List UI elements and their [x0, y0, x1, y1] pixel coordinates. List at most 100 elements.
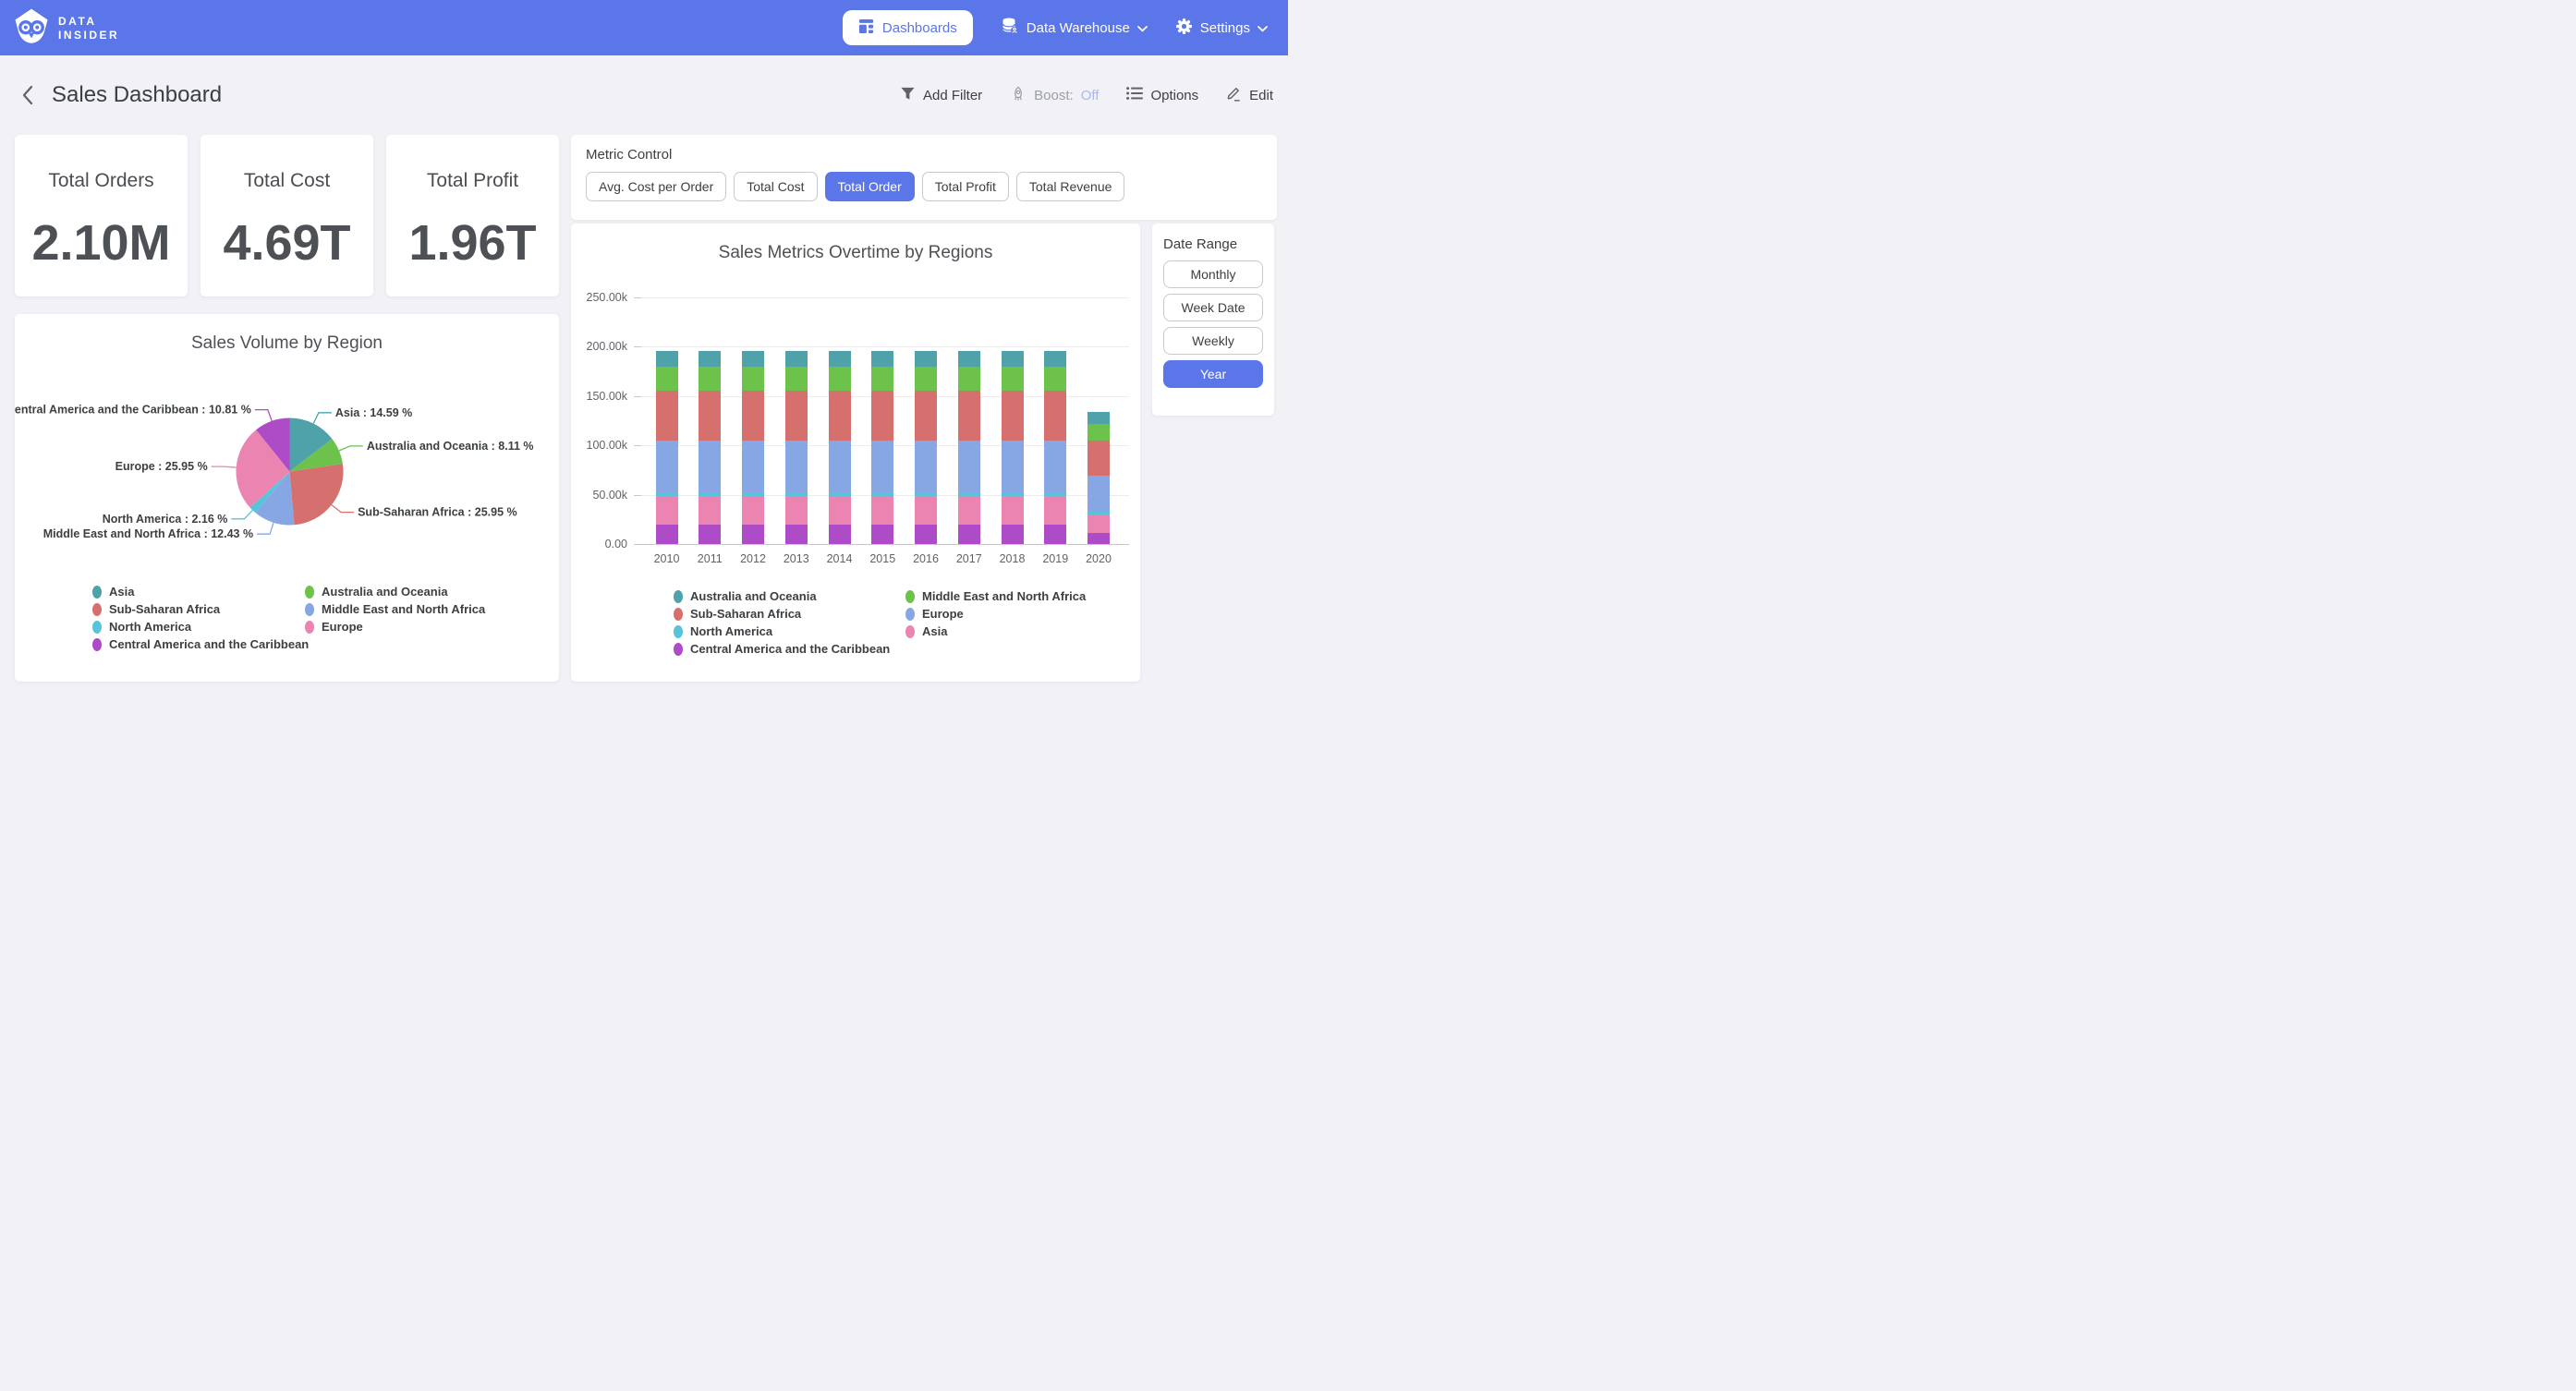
- nav-item-dashboards[interactable]: Dashboards: [843, 10, 973, 45]
- bar-stack-2016[interactable]: [915, 297, 937, 544]
- bar-segment: [785, 441, 808, 492]
- nav-menu: Dashboards Data Warehouse: [843, 10, 1268, 45]
- legend-item[interactable]: Central America and the Caribbean: [92, 637, 305, 651]
- options-button[interactable]: Options: [1126, 87, 1198, 103]
- legend-item[interactable]: North America: [674, 624, 905, 638]
- axis-tick: [634, 346, 641, 347]
- database-icon: [1001, 17, 1019, 39]
- legend-dot: [905, 590, 915, 603]
- bar-stack-2012[interactable]: [742, 297, 764, 544]
- metric-button-avg-cost-per-order[interactable]: Avg. Cost per Order: [586, 172, 726, 201]
- date-range-button-weekly[interactable]: Weekly: [1163, 327, 1263, 355]
- gridline: [634, 544, 1129, 545]
- bar-stack-2010[interactable]: [656, 297, 678, 544]
- x-axis-label: 2019: [1033, 552, 1077, 565]
- kpi-value: 1.96T: [386, 214, 559, 272]
- bar-segment: [656, 351, 678, 367]
- pie-slice[interactable]: [290, 464, 344, 525]
- edit-button[interactable]: Edit: [1226, 85, 1273, 105]
- date-range-panel: Date Range Monthly Week Date Weekly Year: [1152, 224, 1274, 416]
- y-axis-label: 50.00k: [553, 489, 627, 502]
- bar-segment: [958, 525, 980, 544]
- bar-segment: [871, 496, 893, 525]
- bar-segment: [829, 391, 851, 441]
- brand-logo[interactable]: DATA INSIDER: [13, 7, 119, 49]
- back-button[interactable]: [22, 85, 33, 105]
- brand-line-1: DATA: [58, 16, 119, 27]
- legend-item[interactable]: Middle East and North Africa: [305, 602, 485, 616]
- pie-chart-legend: AsiaAustralia and Oceania Sub-Saharan Afr…: [92, 585, 485, 651]
- legend-item[interactable]: Central America and the Caribbean: [674, 642, 905, 656]
- bar-segment: [785, 496, 808, 525]
- bar-stack-2018[interactable]: [1002, 297, 1024, 544]
- x-axis-label: 2011: [687, 552, 732, 565]
- bar-segment: [1088, 514, 1110, 534]
- bar-stack-2019[interactable]: [1044, 297, 1066, 544]
- nav-item-settings[interactable]: Settings: [1175, 18, 1268, 39]
- bar-segment: [829, 441, 851, 492]
- legend-item[interactable]: Europe: [305, 620, 485, 634]
- bar-segment: [699, 496, 721, 525]
- legend-label: Asia: [922, 624, 947, 638]
- legend-item[interactable]: Australia and Oceania: [674, 589, 905, 603]
- add-filter-button[interactable]: Add Filter: [900, 86, 982, 105]
- pie-slice-label: Australia and Oceania : 8.11 %: [367, 440, 534, 453]
- legend-dot: [674, 643, 683, 656]
- legend-item[interactable]: Europe: [905, 607, 1086, 621]
- legend-item[interactable]: Sub-Saharan Africa: [92, 602, 305, 616]
- bar-stack-2020[interactable]: [1088, 297, 1110, 544]
- legend-item[interactable]: Asia: [92, 585, 305, 599]
- date-range-label: Date Range: [1163, 236, 1263, 252]
- date-range-button-year[interactable]: Year: [1163, 360, 1263, 388]
- pie-slice-label: Asia : 14.59 %: [335, 406, 412, 419]
- bar-segment: [656, 496, 678, 525]
- metric-button-total-revenue[interactable]: Total Revenue: [1016, 172, 1125, 201]
- legend-dot: [905, 625, 915, 638]
- bar-segment: [958, 496, 980, 525]
- date-range-button-monthly[interactable]: Monthly: [1163, 260, 1263, 288]
- metric-button-total-cost[interactable]: Total Cost: [734, 172, 817, 201]
- legend-label: Middle East and North Africa: [922, 589, 1086, 603]
- bar-segment: [915, 496, 937, 525]
- metric-button-total-order[interactable]: Total Order: [825, 172, 915, 201]
- metric-button-total-profit[interactable]: Total Profit: [922, 172, 1009, 201]
- x-axis-label: 2018: [990, 552, 1035, 565]
- bar-stack-2015[interactable]: [871, 297, 893, 544]
- date-range-button-week-date[interactable]: Week Date: [1163, 294, 1263, 321]
- legend-label: Sub-Saharan Africa: [690, 607, 801, 621]
- nav-item-data-warehouse[interactable]: Data Warehouse: [1001, 17, 1148, 39]
- bar-segment: [1088, 441, 1110, 476]
- kpi-title: Total Profit: [386, 170, 559, 192]
- legend-label: North America: [690, 624, 772, 638]
- bar-stack-2014[interactable]: [829, 297, 851, 544]
- bar-segment: [829, 351, 851, 367]
- bar-segment: [1044, 351, 1066, 367]
- legend-label: Middle East and North Africa: [322, 602, 485, 616]
- legend-item[interactable]: Middle East and North Africa: [905, 589, 1086, 603]
- sales-metrics-overtime-card: Sales Metrics Overtime by Regions 250.00…: [571, 224, 1140, 682]
- pie-slice-label: Middle East and North Africa : 12.43 %: [43, 527, 253, 540]
- legend-label: Sub-Saharan Africa: [109, 602, 220, 616]
- pencil-icon: [1226, 85, 1242, 105]
- bar-segment: [915, 351, 937, 367]
- kpi-value: 2.10M: [15, 214, 188, 272]
- bar-segment: [958, 391, 980, 441]
- bar-segment: [785, 525, 808, 544]
- pie-slice-label: Europe : 25.95 %: [115, 460, 208, 473]
- bar-segment: [699, 391, 721, 441]
- boost-toggle[interactable]: Boost: Off: [1010, 85, 1099, 106]
- legend-item[interactable]: Asia: [905, 624, 1086, 638]
- bar-stack-2013[interactable]: [785, 297, 808, 544]
- bar-segment: [1044, 525, 1066, 544]
- bar-segment: [1088, 424, 1110, 441]
- bar-segment: [915, 391, 937, 441]
- bar-stack-2011[interactable]: [699, 297, 721, 544]
- bar-segment: [871, 391, 893, 441]
- add-filter-label: Add Filter: [923, 88, 982, 103]
- x-axis-label: 2015: [860, 552, 905, 565]
- bar-stack-2017[interactable]: [958, 297, 980, 544]
- metric-control-label: Metric Control: [586, 147, 1262, 163]
- legend-item[interactable]: Sub-Saharan Africa: [674, 607, 905, 621]
- legend-item[interactable]: Australia and Oceania: [305, 585, 485, 599]
- legend-item[interactable]: North America: [92, 620, 305, 634]
